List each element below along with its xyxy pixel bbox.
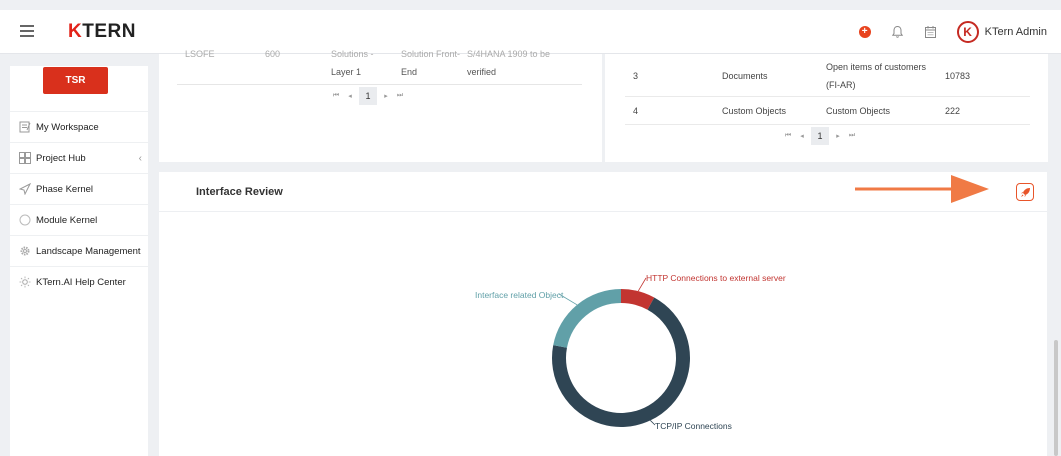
table-row: 3 Documents Open items of customers (FI-… (625, 54, 1030, 97)
calendar-icon[interactable] (924, 25, 937, 39)
workspace-icon (18, 120, 32, 134)
ktern-logo[interactable]: KTERN (68, 21, 136, 43)
hamburger-menu-icon[interactable] (20, 25, 34, 37)
sidebar-item-label: My Workspace (36, 121, 99, 133)
sidebar-item-my-workspace[interactable]: My Workspace (10, 111, 148, 142)
sidebar-item-project-hub[interactable]: Project Hub ‹ (10, 142, 148, 173)
tsr-button[interactable]: TSR (43, 67, 108, 94)
next-page-icon[interactable]: ▸ (831, 132, 845, 140)
table-row: Layer 1 End verified (177, 67, 582, 85)
send-icon (18, 182, 32, 196)
bell-icon[interactable] (891, 25, 904, 39)
sidebar-item-landscape-management[interactable]: Landscape Management (10, 235, 148, 266)
sidebar: TSR My Workspace Project Hub ‹ Phase Ker… (10, 66, 148, 456)
donut-slice-interface[interactable] (553, 289, 622, 348)
user-name: KTern Admin (984, 26, 1047, 38)
chevron-left-icon[interactable]: ‹ (139, 153, 142, 164)
top-navbar: KTERN + K KTern Admin (0, 10, 1061, 54)
right-table-card: 3 Documents Open items of customers (FI-… (605, 54, 1048, 162)
sidebar-item-help-center[interactable]: KTern.AI Help Center (10, 266, 148, 297)
next-page-icon[interactable]: ▸ (379, 92, 393, 100)
last-page-icon[interactable]: ⏭ (845, 132, 859, 140)
pagination: ⏮ ◂ 1 ▸ ⏭ (781, 127, 859, 145)
donut-slice-http[interactable] (620, 289, 655, 310)
sidebar-item-label: Project Hub (36, 152, 86, 164)
grid-icon (18, 151, 32, 165)
circle-icon (18, 213, 32, 227)
first-page-icon[interactable]: ⏮ (329, 92, 343, 100)
sidebar-item-label: Phase Kernel (36, 183, 94, 195)
first-page-icon[interactable]: ⏮ (781, 132, 795, 140)
prev-page-icon[interactable]: ◂ (343, 92, 357, 100)
page-number[interactable]: 1 (811, 127, 829, 145)
user-menu[interactable]: K KTern Admin (956, 21, 1047, 43)
chart-label-tcpip: TCP/IP Connections (655, 421, 732, 431)
sidebar-item-label: Landscape Management (36, 245, 141, 257)
left-table-card: LSOFE 600 Solutions - Solution Front- S/… (159, 49, 602, 162)
sidebar-item-label: KTern.AI Help Center (36, 276, 126, 288)
chart-label-http: HTTP Connections to external server (646, 273, 786, 283)
chart-label-interface: Interface related Object (475, 290, 564, 300)
orange-arrow-icon (855, 175, 989, 203)
sidebar-item-label: Module Kernel (36, 214, 98, 226)
donut-chart: HTTP Connections to external server TCP/… (459, 263, 799, 443)
donut-slice-http-leader (637, 277, 647, 292)
sidebar-item-module-kernel[interactable]: Module Kernel (10, 204, 148, 235)
launch-button[interactable] (1016, 183, 1034, 201)
rocket-icon (1020, 187, 1030, 197)
table-row: 4 Custom Objects Custom Objects 222 (625, 97, 1030, 125)
sidebar-nav: My Workspace Project Hub ‹ Phase Kernel … (10, 111, 148, 297)
sun-icon (18, 275, 32, 289)
pagination: ⏮ ◂ 1 ▸ ⏭ (329, 87, 407, 105)
last-page-icon[interactable]: ⏭ (393, 92, 407, 100)
avatar: K (956, 21, 979, 43)
card-title: Interface Review (196, 186, 283, 198)
add-icon[interactable]: + (858, 26, 871, 38)
sidebar-item-phase-kernel[interactable]: Phase Kernel (10, 173, 148, 204)
scrollbar[interactable] (1054, 340, 1058, 456)
gear-icon (18, 244, 32, 258)
page-number[interactable]: 1 (359, 87, 377, 105)
prev-page-icon[interactable]: ◂ (795, 132, 809, 140)
